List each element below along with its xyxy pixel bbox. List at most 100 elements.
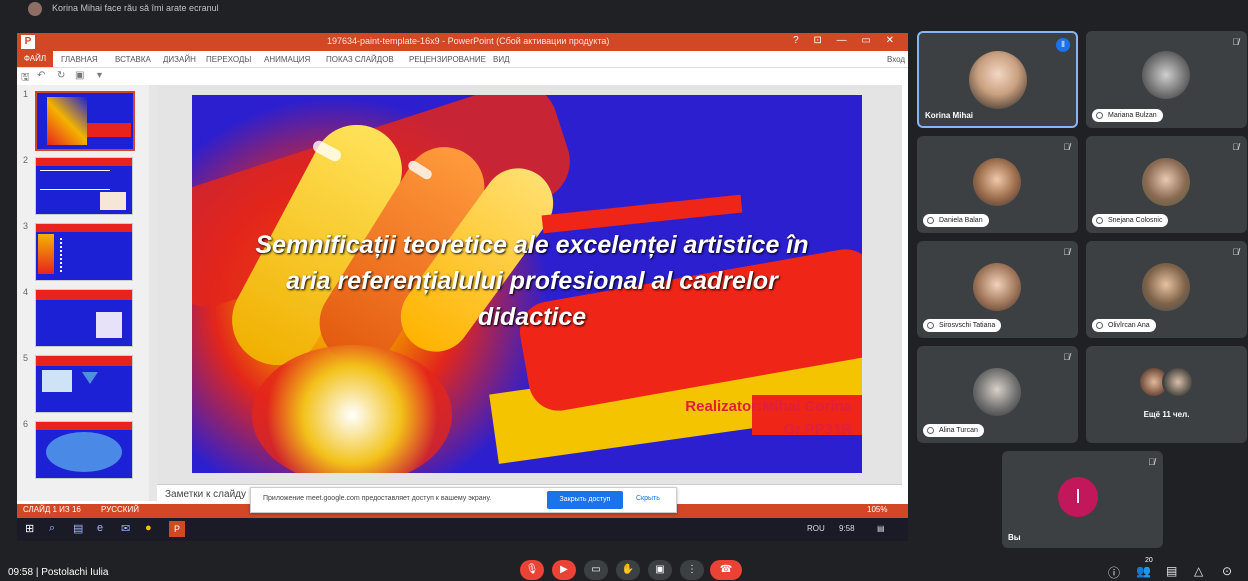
camera-toggle-button[interactable]: ▶ xyxy=(552,560,576,580)
avatar xyxy=(973,368,1021,416)
tab-insert[interactable]: ВСТАВКА xyxy=(115,55,151,64)
author-name: Realizator:Mihai Corina xyxy=(685,398,852,415)
tab-slideshow[interactable]: ПОКАЗ СЛАЙДОВ xyxy=(326,55,394,64)
mic-off-icon: 🎙̸ xyxy=(1148,457,1155,467)
windows-taskbar: ⊞ ⌕ ▤ e ✉ ● P ROU 9:58 ▤ xyxy=(17,518,908,541)
participant-tile-alina-turcan[interactable]: 🎙̸ Alina Turcan xyxy=(917,346,1078,443)
customize-icon[interactable]: ▾ xyxy=(97,70,102,81)
slide-thumbnail-6[interactable] xyxy=(35,421,133,479)
task-view-icon[interactable]: ▤ xyxy=(73,522,83,535)
meeting-details-icon[interactable]: ⓘ xyxy=(1108,564,1120,581)
participant-tile-olivircan-ana[interactable]: 🎙̸ Olivîrcan Ana xyxy=(1086,241,1247,338)
mic-off-icon: 🎙̸ xyxy=(1063,142,1070,152)
tab-view[interactable]: ВИД xyxy=(493,55,510,64)
powerpoint-taskbar-icon[interactable]: P xyxy=(169,521,185,537)
participant-tile-mariana-bulzan[interactable]: 🎙̸ Mariana Bulzan xyxy=(1086,31,1247,128)
redo-icon[interactable]: ↻ xyxy=(57,70,65,81)
raise-hand-button[interactable]: ✋ xyxy=(616,560,640,580)
avatar xyxy=(973,263,1021,311)
captions-button[interactable]: ▭ xyxy=(584,560,608,580)
mic-toggle-button[interactable]: 🎙 xyxy=(520,560,544,580)
screen-share-banner: Приложение meet.google.com предоставляет… xyxy=(250,487,677,513)
mail-icon[interactable]: ✉ xyxy=(121,522,130,535)
powerpoint-titlebar: P 197634-paint-template-16x9 - PowerPoin… xyxy=(17,33,908,51)
avatar xyxy=(1142,158,1190,206)
search-icon[interactable]: ⌕ xyxy=(49,522,55,535)
slide-thumbnail-1[interactable] xyxy=(35,91,135,151)
avatar xyxy=(1142,51,1190,99)
tab-design[interactable]: ДИЗАЙН xyxy=(163,55,196,64)
tab-home[interactable]: ГЛАВНАЯ xyxy=(61,55,98,64)
undo-icon[interactable]: ↶ xyxy=(37,70,45,81)
avatar xyxy=(1142,263,1190,311)
own-avatar: I xyxy=(1058,477,1098,517)
notifications-icon[interactable]: ▤ xyxy=(877,524,885,533)
activities-icon[interactable]: △ xyxy=(1194,564,1203,578)
more-participants-count: Ещё 11 чел. xyxy=(1143,410,1190,419)
mic-off-icon: 🎙̸ xyxy=(1232,142,1239,152)
meeting-info: 09:58 | Postolachi Iulia xyxy=(8,567,108,578)
sign-in-link[interactable]: Вход xyxy=(887,55,905,64)
chat-icon[interactable]: ▤ xyxy=(1166,564,1177,578)
share-banner-message: Приложение meet.google.com предоставляет… xyxy=(263,495,492,502)
thumbnails-scrollbar[interactable] xyxy=(149,85,157,501)
ribbon-tabs: ФАЙЛ ГЛАВНАЯ ВСТАВКА ДИЗАЙН ПЕРЕХОДЫ АНИ… xyxy=(17,51,908,68)
status-language[interactable]: РУССКИЙ xyxy=(101,505,139,514)
edge-icon[interactable]: e xyxy=(97,522,103,534)
slide-author[interactable]: Realizator:Mihai Corina Gr.PP31R xyxy=(612,395,852,441)
mic-off-icon: 🎙̸ xyxy=(1232,37,1239,47)
participant-name: Alina Turcan xyxy=(923,424,984,437)
slideshow-icon[interactable]: ▣ xyxy=(75,70,84,81)
participant-tile-more[interactable]: Ещё 11 чел. xyxy=(1086,346,1247,443)
notes-placeholder: Заметки к слайду xyxy=(165,489,246,500)
thumbnail-number: 6 xyxy=(23,419,29,429)
keyboard-language[interactable]: ROU xyxy=(807,524,825,533)
stop-sharing-button[interactable]: Закрыть доступ xyxy=(547,491,623,509)
present-button[interactable]: ▣ xyxy=(648,560,672,580)
thumbnail-number: 5 xyxy=(23,353,29,363)
slide-editing-area: Semnificații teoretice ale excelenței ar… xyxy=(157,85,902,501)
quick-access-toolbar: 🖫 ↶ ↻ ▣ ▾ xyxy=(17,68,908,84)
hide-banner-link[interactable]: Скрыть xyxy=(636,495,660,502)
tab-file[interactable]: ФАЙЛ xyxy=(17,51,53,67)
presenter-avatar xyxy=(28,2,42,16)
meeting-info-separator: | xyxy=(35,567,39,578)
people-icon[interactable]: 👥 xyxy=(1136,564,1151,578)
participant-name: Вы xyxy=(1008,533,1021,542)
avatar xyxy=(1162,366,1194,398)
participant-tile-sirosvschi-tatiana[interactable]: 🎙̸ Sirosvschi Tatiana xyxy=(917,241,1078,338)
participant-name: Mariana Bulzan xyxy=(1092,109,1163,122)
meeting-time: 09:58 xyxy=(8,567,34,578)
participant-tile-daniela-balan[interactable]: 🎙̸ Daniela Balan xyxy=(917,136,1078,233)
participant-name: Sirosvschi Tatiana xyxy=(923,319,1002,332)
windows-start-icon[interactable]: ⊞ xyxy=(25,522,34,535)
slide-title[interactable]: Semnificații teoretice ale excelenței ar… xyxy=(232,227,832,335)
window-controls[interactable]: ? ⊡ — ▭ ✕ xyxy=(793,35,900,46)
window-title: 197634-paint-template-16x9 - PowerPoint … xyxy=(327,36,610,46)
thumbnail-number: 1 xyxy=(23,89,29,99)
participant-name: Korina Mihai xyxy=(925,111,974,120)
slide-thumbnail-3[interactable] xyxy=(35,223,133,281)
current-slide[interactable]: Semnificații teoretice ale excelenței ar… xyxy=(192,95,862,473)
participant-tile-self[interactable]: I 🎙̸ Вы xyxy=(1002,451,1163,548)
end-call-button[interactable]: ☎ xyxy=(710,560,742,580)
status-slide-count: СЛАЙД 1 ИЗ 16 xyxy=(23,505,81,514)
chrome-icon[interactable]: ● xyxy=(145,522,152,534)
more-options-button[interactable]: ⋮ xyxy=(680,560,704,580)
mic-off-icon: 🎙̸ xyxy=(1063,352,1070,362)
author-group: Gr.PP31R xyxy=(783,421,852,438)
participant-name: Daniela Balan xyxy=(923,214,989,227)
thumbnail-number: 3 xyxy=(23,221,29,231)
slide-thumbnail-2[interactable] xyxy=(35,157,133,215)
participant-tile-snejana-colosnic[interactable]: 🎙̸ Snejana Colosnic xyxy=(1086,136,1247,233)
slide-thumbnail-5[interactable] xyxy=(35,355,133,413)
tab-animations[interactable]: АНИМАЦИЯ xyxy=(264,55,310,64)
shared-screen: P 197634-paint-template-16x9 - PowerPoin… xyxy=(17,33,908,541)
tab-review[interactable]: РЕЦЕНЗИРОВАНИЕ xyxy=(409,55,486,64)
zoom-level[interactable]: 105% xyxy=(867,505,887,514)
host-controls-icon[interactable]: ⊙ xyxy=(1222,564,1232,578)
slide-thumbnail-4[interactable] xyxy=(35,289,133,347)
mic-off-icon: 🎙̸ xyxy=(1063,247,1070,257)
participant-tile-korina-mihai[interactable]: Korina Mihai ⦀ xyxy=(917,31,1078,128)
tab-transitions[interactable]: ПЕРЕХОДЫ xyxy=(206,55,251,64)
